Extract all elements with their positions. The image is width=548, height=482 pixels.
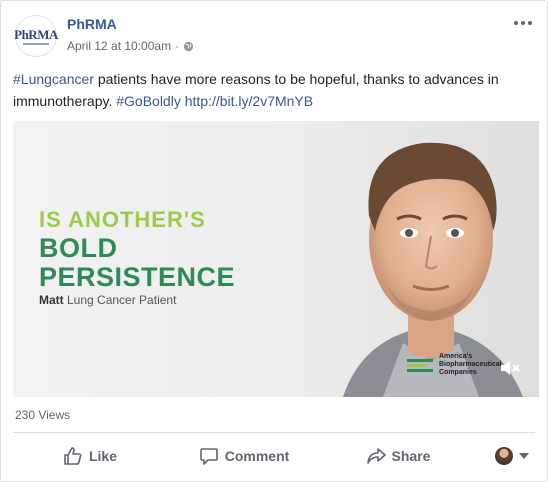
- post-text: #Lungcancer patients have more reasons t…: [13, 68, 533, 112]
- like-icon: [64, 447, 82, 465]
- brand-badge: America's Biopharmaceutical Companies: [407, 353, 502, 377]
- share-icon: [366, 448, 386, 464]
- avatar-logo: PhRMA: [14, 26, 58, 42]
- comment-label: Comment: [224, 448, 290, 464]
- like-label: Like: [88, 448, 117, 464]
- avatar-logo-underline: [23, 42, 49, 45]
- share-button[interactable]: Share: [321, 440, 475, 472]
- post-header: PhRMA PhRMA April 12 at 10:00am ·: [13, 13, 535, 57]
- brand-line-3: Companies: [439, 369, 477, 376]
- video-headline-2: BOLD: [39, 233, 118, 263]
- brand-line-1: America's: [439, 353, 473, 360]
- viewer-avatar: [495, 447, 513, 465]
- hashtag-goboldly[interactable]: #GoBoldly: [116, 93, 181, 109]
- meta-separator: ·: [175, 39, 180, 53]
- video-headline-3: PERSISTENCE: [39, 262, 236, 292]
- more-options-icon[interactable]: [511, 13, 535, 33]
- post-meta: April 12 at 10:00am ·: [67, 39, 194, 53]
- video-headline-1: IS ANOTHER'S: [39, 207, 206, 232]
- caret-down-icon: [519, 453, 529, 459]
- page-avatar[interactable]: PhRMA: [14, 15, 58, 57]
- mute-icon[interactable]: [499, 359, 521, 377]
- hashtag-lungcancer[interactable]: #Lungcancer: [13, 71, 94, 87]
- post-card: PhRMA PhRMA April 12 at 10:00am · #Lungc…: [0, 0, 548, 482]
- globe-icon[interactable]: [183, 41, 194, 52]
- action-bar: Like Comment Share: [13, 438, 535, 474]
- brand-logo-icon: [407, 358, 433, 372]
- view-count[interactable]: 230 Views: [15, 408, 70, 422]
- caption-desc: Lung Cancer Patient: [63, 293, 177, 307]
- post-url-link[interactable]: http://bit.ly/2v7MnYB: [185, 93, 313, 109]
- share-label: Share: [391, 448, 431, 464]
- actions-divider: [13, 432, 535, 433]
- timestamp-link[interactable]: April 12 at 10:00am: [67, 39, 171, 53]
- post-as-selector[interactable]: [475, 447, 535, 465]
- caption-name: Matt: [39, 293, 64, 307]
- page-name-link[interactable]: PhRMA: [67, 16, 117, 32]
- comment-icon: [199, 448, 218, 465]
- comment-button[interactable]: Comment: [167, 440, 321, 472]
- video-player[interactable]: IS ANOTHER'S BOLD PERSISTENCE Matt Lung …: [13, 121, 539, 397]
- like-button[interactable]: Like: [13, 440, 167, 472]
- brand-line-2: Biopharmaceutical: [439, 361, 502, 368]
- video-caption: Matt Lung Cancer Patient: [39, 293, 176, 307]
